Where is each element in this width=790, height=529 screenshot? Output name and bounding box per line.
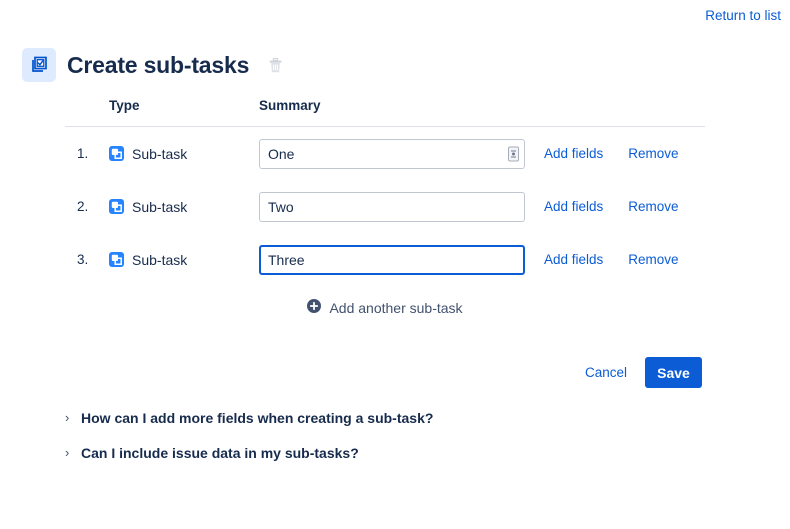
row-actions-cell: Add fields Remove <box>527 199 705 214</box>
remove-link[interactable]: Remove <box>628 146 678 161</box>
return-to-list-link[interactable]: Return to list <box>705 7 781 25</box>
remove-link[interactable]: Remove <box>628 199 678 214</box>
summary-input[interactable] <box>259 245 525 275</box>
summary-input[interactable] <box>259 192 525 222</box>
summary-input[interactable] <box>259 139 525 169</box>
save-button[interactable]: Save <box>645 357 702 388</box>
sub-task-icon <box>109 252 124 267</box>
row-summary-cell <box>259 245 527 275</box>
page-header: Create sub-tasks <box>22 48 284 82</box>
row-number: 1. <box>65 146 109 161</box>
table-row: 1. Sub-task Add fields Remove <box>65 127 705 180</box>
row-actions-cell: Add fields Remove <box>527 252 705 267</box>
sub-task-icon <box>109 146 124 161</box>
subtask-stack-icon <box>22 48 56 82</box>
add-another-row: Add another sub-task <box>65 299 705 316</box>
add-fields-link[interactable]: Add fields <box>544 252 603 267</box>
add-fields-link[interactable]: Add fields <box>544 199 603 214</box>
add-another-subtask-label: Add another sub-task <box>329 300 462 316</box>
column-header-summary: Summary <box>259 98 527 113</box>
row-number: 2. <box>65 199 109 214</box>
row-type-cell: Sub-task <box>109 252 259 268</box>
table-row: 2. Sub-task Add fields Remove <box>65 180 705 233</box>
faq-item-add-more-fields[interactable]: › How can I add more fields when creatin… <box>65 400 705 435</box>
add-another-subtask-button[interactable]: Add another sub-task <box>307 299 462 316</box>
row-type-cell: Sub-task <box>109 146 259 162</box>
row-type-label: Sub-task <box>132 199 187 215</box>
column-header-type: Type <box>109 98 259 113</box>
resize-grip-icon[interactable] <box>508 146 519 161</box>
faq-accordion: › How can I add more fields when creatin… <box>65 400 705 470</box>
row-type-label: Sub-task <box>132 146 187 162</box>
chevron-right-icon: › <box>65 411 73 424</box>
table-header-row: Type Summary <box>65 98 705 127</box>
row-summary-cell <box>259 192 527 222</box>
row-actions-cell: Add fields Remove <box>527 146 705 161</box>
plus-circle-icon <box>307 299 321 316</box>
trash-icon[interactable] <box>266 56 284 74</box>
faq-item-label: How can I add more fields when creating … <box>81 410 433 426</box>
cancel-button[interactable]: Cancel <box>581 359 631 386</box>
row-number: 3. <box>65 252 109 267</box>
sub-task-icon <box>109 199 124 214</box>
faq-item-include-issue-data[interactable]: › Can I include issue data in my sub-tas… <box>65 435 705 470</box>
row-summary-cell <box>259 139 527 169</box>
remove-link[interactable]: Remove <box>628 252 678 267</box>
chevron-right-icon: › <box>65 446 73 459</box>
subtasks-table: Type Summary 1. Sub-task Add fields Remo… <box>65 98 705 286</box>
page-title: Create sub-tasks <box>67 52 249 79</box>
form-actions: Cancel Save <box>581 357 702 388</box>
row-type-label: Sub-task <box>132 252 187 268</box>
add-fields-link[interactable]: Add fields <box>544 146 603 161</box>
faq-item-label: Can I include issue data in my sub-tasks… <box>81 445 359 461</box>
table-row: 3. Sub-task Add fields Remove <box>65 233 705 286</box>
row-type-cell: Sub-task <box>109 199 259 215</box>
